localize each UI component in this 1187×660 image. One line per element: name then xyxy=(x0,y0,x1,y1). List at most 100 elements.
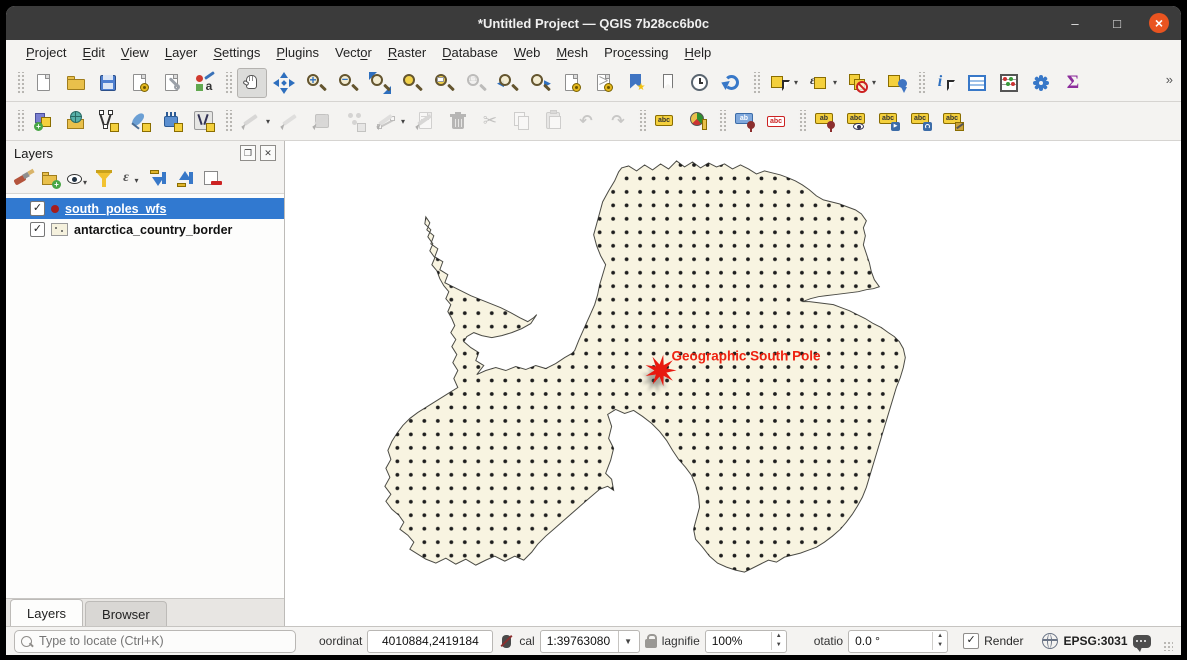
maximize-button[interactable]: □ xyxy=(1107,13,1127,33)
menu-edit[interactable]: Edit xyxy=(74,43,112,62)
close-button[interactable]: × xyxy=(1149,13,1169,33)
minimize-button[interactable]: – xyxy=(1065,13,1085,33)
zoom-to-selection-button[interactable] xyxy=(397,68,427,98)
pan-map-button[interactable] xyxy=(237,68,267,98)
expand-all-button[interactable] xyxy=(147,167,171,191)
map-canvas[interactable]: Geographic South Pole xyxy=(285,141,1181,626)
refresh-map-button[interactable] xyxy=(717,68,747,98)
highlight-pinned-labels-button[interactable]: abc xyxy=(763,106,793,136)
add-mesh-layer-button[interactable] xyxy=(157,106,187,136)
select-by-expression-button[interactable]: ε xyxy=(804,68,834,98)
open-data-source-manager-button[interactable]: + xyxy=(29,106,59,136)
scale-dropdown-icon[interactable]: ▼ xyxy=(618,631,637,652)
locator-box[interactable] xyxy=(14,630,296,653)
zoom-full-extent-button[interactable] xyxy=(365,68,395,98)
menu-plugins[interactable]: Plugins xyxy=(268,43,327,62)
new-spatial-bookmark-button[interactable]: ★ xyxy=(621,68,651,98)
zoom-last-button[interactable]: ◀ xyxy=(493,68,523,98)
filter-by-expression-button[interactable]: ε▾ xyxy=(120,167,144,191)
menu-mesh[interactable]: Mesh xyxy=(548,43,596,62)
open-layer-styling-button[interactable] xyxy=(12,167,36,191)
zoom-next-button[interactable]: ▶ xyxy=(525,68,555,98)
render-checkbox[interactable]: ✓ xyxy=(963,633,979,649)
deselect-all-button[interactable] xyxy=(843,68,873,98)
title-bar[interactable]: *Untitled Project — QGIS 7b28cc6b0c – □ … xyxy=(6,6,1181,40)
statistical-summary-button[interactable] xyxy=(994,68,1024,98)
menu-view[interactable]: View xyxy=(113,43,157,62)
change-label-properties-button[interactable]: abc xyxy=(939,106,969,136)
rotate-label-button[interactable]: abc xyxy=(907,106,937,136)
zoom-in-button[interactable]: + xyxy=(301,68,331,98)
resize-grip[interactable] xyxy=(1163,641,1173,651)
pan-to-selection-button[interactable] xyxy=(269,68,299,98)
tab-layers[interactable]: Layers xyxy=(10,599,83,626)
add-group-button[interactable]: + xyxy=(39,167,63,191)
layer-item-south_poles_wfs[interactable]: ✓south_poles_wfs xyxy=(6,198,284,219)
add-vector-layer-button[interactable] xyxy=(93,106,123,136)
project-properties-button[interactable] xyxy=(157,68,187,98)
coordinate-box[interactable]: 4010884,2419184 xyxy=(367,630,493,653)
select-features-dropdown-icon[interactable]: ▾ xyxy=(794,78,803,87)
vertex-tool-dropdown-icon[interactable]: ▾ xyxy=(401,117,410,126)
extents-toggle-icon[interactable] xyxy=(498,633,514,649)
new-map-view-button[interactable] xyxy=(557,68,587,98)
manage-map-themes-button[interactable]: ▾ xyxy=(66,167,90,191)
magnifier-spinbox[interactable]: 100% ▲▼ xyxy=(705,630,787,653)
menu-raster[interactable]: Raster xyxy=(380,43,434,62)
panel-close-icon[interactable]: ✕ xyxy=(260,145,276,161)
layer-diagram-options-button[interactable] xyxy=(683,106,713,136)
show-hidden-labels-button[interactable]: abc xyxy=(843,106,873,136)
add-spatialite-layer-button[interactable] xyxy=(125,106,155,136)
layer-visibility-checkbox[interactable]: ✓ xyxy=(30,201,45,216)
menu-web[interactable]: Web xyxy=(506,43,549,62)
layer-visibility-checkbox[interactable]: ✓ xyxy=(30,222,45,237)
add-raster-layer-button[interactable] xyxy=(61,106,91,136)
scale-combobox[interactable]: 1:39763080 ▼ xyxy=(540,630,640,653)
temporal-controller-button[interactable] xyxy=(685,68,715,98)
menu-processing[interactable]: Processing xyxy=(596,43,676,62)
collapse-all-button[interactable] xyxy=(174,167,198,191)
current-edits-dropdown-icon[interactable]: ▾ xyxy=(266,117,275,126)
open-project-button[interactable] xyxy=(61,68,91,98)
save-project-button[interactable] xyxy=(93,68,123,98)
rotation-spin-buttons[interactable]: ▲▼ xyxy=(932,632,947,650)
rotation-spinbox[interactable]: 0.0 ° ▲▼ xyxy=(848,630,948,653)
menu-database[interactable]: Database xyxy=(434,43,506,62)
style-manager-button[interactable]: a xyxy=(189,68,219,98)
processing-toolbox-button[interactable] xyxy=(1026,68,1056,98)
pin-unpin-labels-blue-button[interactable]: ab xyxy=(731,106,761,136)
panel-float-icon[interactable]: ❐ xyxy=(240,145,256,161)
menu-help[interactable]: Help xyxy=(676,43,719,62)
add-virtual-layer-button[interactable] xyxy=(189,106,219,136)
lock-scale-icon[interactable] xyxy=(645,639,657,648)
menu-layer[interactable]: Layer xyxy=(157,43,206,62)
select-by-expression-dropdown-icon[interactable]: ▾ xyxy=(833,78,842,87)
move-label-button[interactable]: abc▶ xyxy=(875,106,905,136)
menu-project[interactable]: Project xyxy=(18,43,74,62)
crs-status[interactable]: EPSG:3031 xyxy=(1063,634,1127,648)
remove-layer-group-button[interactable] xyxy=(201,167,225,191)
pin-labels-button[interactable]: ab xyxy=(811,106,841,136)
select-features-button[interactable] xyxy=(765,68,795,98)
show-spatial-bookmarks-button[interactable] xyxy=(653,68,683,98)
messages-icon[interactable] xyxy=(1133,635,1151,648)
identify-features-button[interactable]: i xyxy=(930,68,960,98)
toolbar-overflow-button[interactable]: » xyxy=(1166,72,1173,87)
deselect-all-dropdown-icon[interactable]: ▾ xyxy=(872,78,881,87)
select-by-location-button[interactable] xyxy=(882,68,912,98)
new-project-button[interactable] xyxy=(29,68,59,98)
menu-settings[interactable]: Settings xyxy=(205,43,268,62)
magnifier-spin-buttons[interactable]: ▲▼ xyxy=(771,632,786,650)
new-from-template-button[interactable] xyxy=(125,68,155,98)
layer-item-antarctica_country_border[interactable]: ✓antarctica_country_border xyxy=(6,219,284,240)
open-attribute-table-button[interactable] xyxy=(962,68,992,98)
zoom-out-button[interactable]: − xyxy=(333,68,363,98)
filter-legend-button[interactable] xyxy=(93,167,117,191)
locator-input[interactable] xyxy=(37,633,261,649)
zoom-to-layer-button[interactable] xyxy=(429,68,459,98)
show-sum-statistics-button[interactable]: Σ xyxy=(1058,68,1088,98)
tab-browser[interactable]: Browser xyxy=(85,601,167,626)
new-3d-map-view-button[interactable] xyxy=(589,68,619,98)
layer-labeling-options-button[interactable]: abc xyxy=(651,106,681,136)
menu-vector[interactable]: Vector xyxy=(327,43,380,62)
